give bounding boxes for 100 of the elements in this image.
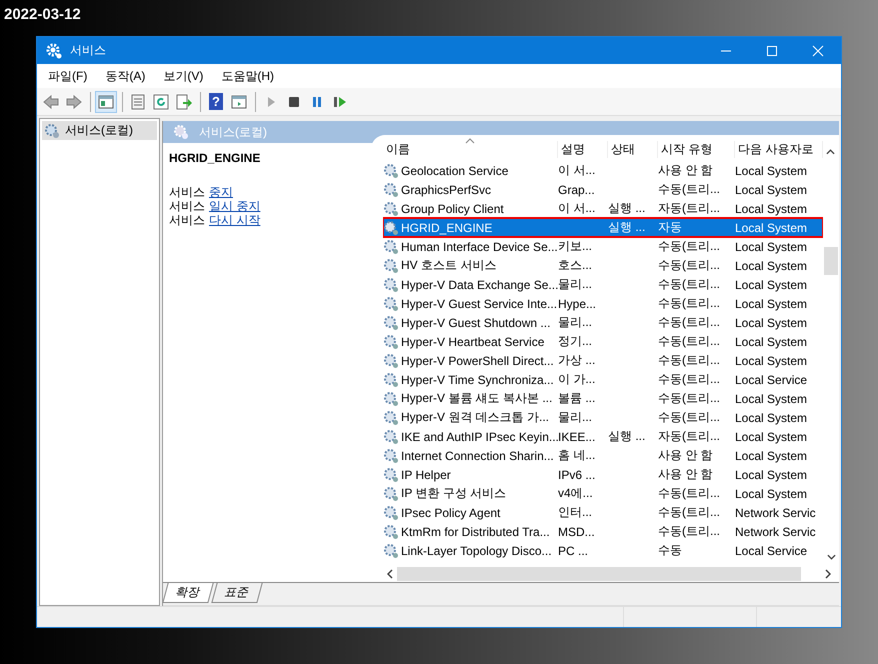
column-header[interactable]: 시작 유형 bbox=[658, 141, 735, 158]
menu-item[interactable]: 도움말(H) bbox=[214, 68, 281, 84]
table-cell-text: Grap... bbox=[558, 182, 596, 196]
tree-item[interactable]: 서비스(로컬) bbox=[42, 121, 157, 140]
service-row[interactable]: GraphicsPerfSvc Grap... 수동(트리... Local System bbox=[383, 180, 823, 199]
service-row[interactable]: Hyper-V PowerShell Direct... 가상 ... 수동(트리... Local System bbox=[383, 351, 823, 370]
table-cell-text: Local System bbox=[735, 182, 808, 196]
service-row[interactable]: Hyper-V Time Synchroniza... 이 가... 수동(트리... Local Service bbox=[383, 370, 823, 389]
action-link[interactable]: 일시 중지 bbox=[209, 199, 260, 213]
table-cell-text: PC ... bbox=[558, 544, 590, 558]
table-cell-text: Local Service bbox=[735, 372, 808, 386]
table-cell-text: 수동(트리... bbox=[658, 333, 721, 350]
gear-icon bbox=[383, 220, 399, 236]
gear-icon bbox=[383, 182, 399, 198]
service-row[interactable]: Group Policy Client 이 서... 실행 ... 자동(트리... Local System bbox=[383, 199, 823, 218]
column-header[interactable]: 설명 bbox=[558, 141, 608, 158]
service-row[interactable]: KtmRm for Distributed Tra... MSD... 수동(트리... Network Servic bbox=[383, 522, 823, 541]
table-cell-text: 자동 bbox=[658, 219, 683, 236]
service-row[interactable]: Hyper-V 볼륨 섀도 복사본 ... 볼륨 ... 수동(트리... Local System bbox=[383, 389, 823, 408]
gear-icon bbox=[383, 200, 399, 216]
table-cell-text: IPsec Policy Agent bbox=[401, 506, 502, 520]
help-button[interactable]: ? bbox=[205, 90, 227, 112]
gear-icon bbox=[46, 42, 62, 58]
view-tab[interactable]: 확장 bbox=[162, 583, 214, 603]
service-row[interactable]: Link-Layer Topology Disco... PC ... 수동 Local Service bbox=[383, 541, 823, 560]
scroll-up-icon[interactable] bbox=[826, 149, 835, 155]
tree-icon[interactable] bbox=[95, 90, 117, 112]
service-row[interactable]: Internet Connection Sharin... 홈 네... 사용 안 함 Local System bbox=[383, 446, 823, 465]
table-cell-text: 물리... bbox=[558, 409, 594, 426]
table-cell-text: Local System bbox=[735, 164, 808, 178]
table-cell-text: Internet Connection Sharin... bbox=[401, 448, 555, 462]
table-cell-text: Local System bbox=[735, 354, 808, 368]
table-cell-text: 자동(트리... bbox=[658, 428, 721, 445]
service-row[interactable]: IKE and AuthIP IPsec Keyin...IKEE... 실행 ... 자동(트리... Local System bbox=[383, 427, 823, 446]
gear-icon bbox=[383, 276, 399, 292]
gear-icon bbox=[383, 238, 399, 254]
gear-icon bbox=[383, 258, 399, 274]
scroll-left-icon[interactable] bbox=[387, 569, 393, 579]
table-cell-text: Local System bbox=[735, 258, 808, 272]
action-label: 서비스 bbox=[169, 199, 205, 213]
table-cell-text: HV 호스트 서비스 bbox=[401, 257, 498, 274]
table-cell-text: Local System bbox=[735, 202, 808, 216]
gear-icon bbox=[383, 296, 399, 312]
service-row[interactable]: Human Interface Device Se...키보... 수동(트리... Local System bbox=[383, 237, 823, 256]
service-row[interactable]: Hyper-V Guest Shutdown ... 물리... 수동(트리... Local System bbox=[383, 313, 823, 332]
service-row[interactable]: Hyper-V Guest Service Inte...Hype... 수동(트리... Local System bbox=[383, 294, 823, 313]
service-row[interactable]: Hyper-V Heartbeat Service 정기... 수동(트리... Local System bbox=[383, 332, 823, 351]
table-cell-text: Local System bbox=[735, 448, 808, 462]
table-cell-text: IPv6 ... bbox=[558, 468, 596, 482]
service-row[interactable]: Geolocation Service 이 서... 사용 안 함 Local System bbox=[383, 161, 823, 180]
table-cell-text: 수동(트리... bbox=[658, 181, 721, 198]
action-label: 서비스 bbox=[169, 185, 205, 199]
service-row[interactable]: IPsec Policy Agent 인터... 수동(트리... Network Servic bbox=[383, 503, 823, 522]
service-row[interactable]: Hyper-V Data Exchange Se...물리... 수동(트리... Local System bbox=[383, 275, 823, 294]
table-cell-text: IP Helper bbox=[401, 468, 452, 482]
service-row[interactable]: HV 호스트 서비스 호스... 수동(트리... Local System bbox=[383, 256, 823, 275]
table-cell: Hyper-V Guest Service Inte... bbox=[401, 296, 558, 310]
table-cell: IKE and AuthIP IPsec Keyin... bbox=[401, 430, 558, 444]
table-cell-text: 이 서... bbox=[558, 162, 596, 179]
panel-title: 서비스(로컬) bbox=[199, 124, 267, 140]
table-cell-text: 사용 안 함 bbox=[658, 447, 714, 464]
scroll-right-icon[interactable] bbox=[825, 569, 831, 579]
table-cell-text: 키보... bbox=[558, 238, 594, 255]
action-link[interactable]: 다시 시작 bbox=[209, 213, 260, 227]
table-cell-text: 수동(트리... bbox=[658, 409, 721, 426]
table-cell-text: Local System bbox=[735, 392, 808, 406]
table-cell-text: Local Service bbox=[735, 544, 808, 558]
table-cell-text: 수동(트리... bbox=[658, 485, 721, 502]
table-cell-text: Group Policy Client bbox=[401, 202, 505, 216]
table-cell-text: 실행 ... bbox=[608, 219, 646, 236]
table-cell-text: Hype... bbox=[558, 296, 598, 310]
menu-item[interactable]: 동작(A) bbox=[98, 68, 152, 84]
service-row[interactable]: IP Helper IPv6 ... 사용 안 함 Local System bbox=[383, 465, 823, 484]
table-cell-text: 실행 ... bbox=[608, 428, 646, 445]
scrollbar-thumb[interactable] bbox=[397, 567, 801, 581]
scroll-down-icon[interactable] bbox=[826, 554, 836, 560]
service-name: HGRID_ENGINE bbox=[169, 151, 262, 165]
gear-icon bbox=[383, 334, 399, 350]
menu-item[interactable]: 보기(V) bbox=[156, 68, 210, 84]
column-header[interactable]: 다음 사용자로 bbox=[735, 141, 823, 158]
service-row[interactable]: Hyper-V 원격 데스크톱 가... 물리... 수동(트리... Local System bbox=[383, 408, 823, 427]
table-cell-text: KtmRm for Distributed Tra... bbox=[401, 524, 551, 538]
table-cell-text: 수동(트리... bbox=[658, 390, 721, 407]
scrollbar-thumb[interactable] bbox=[824, 247, 838, 275]
view-tab[interactable]: 표준 bbox=[211, 583, 263, 603]
table-cell-text: 실행 ... bbox=[608, 200, 646, 217]
action-link[interactable]: 중지 bbox=[209, 185, 233, 199]
table-cell-text: HGRID_ENGINE bbox=[401, 220, 494, 234]
column-header[interactable]: 이름 bbox=[383, 141, 558, 158]
column-header[interactable]: 상태 bbox=[608, 141, 658, 158]
table-cell-text: Hyper-V 볼륨 섀도 복사본 ... bbox=[401, 390, 554, 407]
table-cell-text: Local System bbox=[735, 486, 808, 500]
table-cell-text: Local System bbox=[735, 220, 808, 234]
service-row[interactable]: IP 변환 구성 서비스 v4에... 수동(트리... Local System bbox=[383, 484, 823, 503]
service-row[interactable]: HGRID_ENGINE 실행 ... 자동 Local System bbox=[383, 218, 823, 237]
table-cell-text: Local System bbox=[735, 468, 808, 482]
table-cell-text: 수동(트리... bbox=[658, 238, 721, 255]
table-cell-text: Hyper-V 원격 데스크톱 가... bbox=[401, 409, 550, 426]
menu-item[interactable]: 파일(F) bbox=[41, 68, 94, 84]
table-cell-text: Network Servic bbox=[735, 506, 817, 520]
